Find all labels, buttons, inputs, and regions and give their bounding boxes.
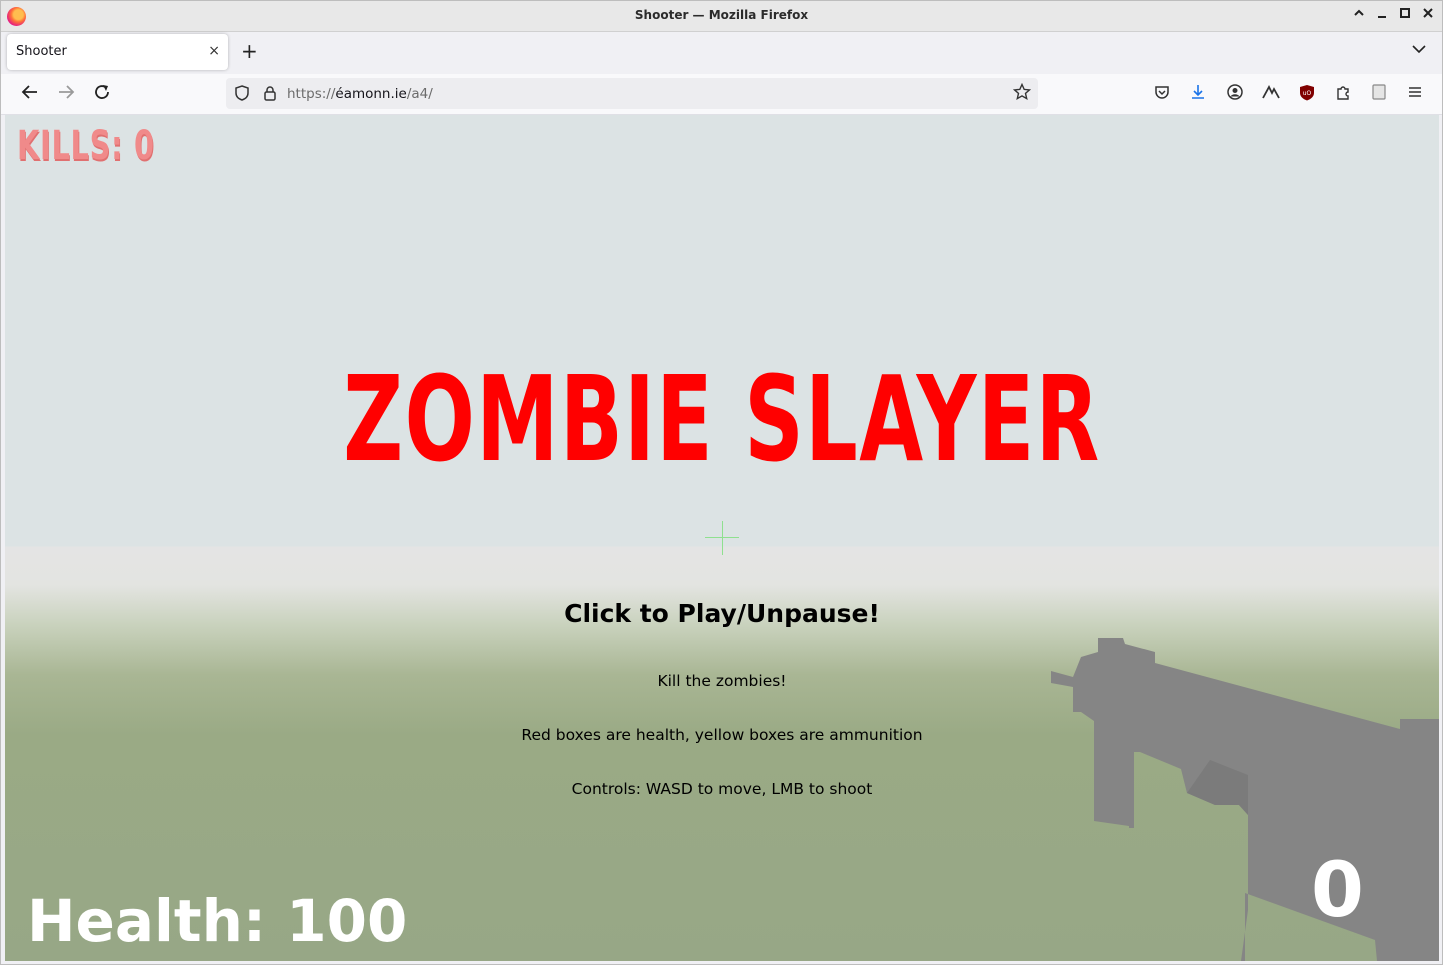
url-scheme: https:// xyxy=(287,86,336,102)
back-arrow-icon[interactable] xyxy=(19,83,41,105)
address-bar[interactable]: https://éamonn.ie/a4/ xyxy=(226,78,1038,109)
reload-icon[interactable] xyxy=(91,83,113,105)
ublock-icon[interactable]: uO xyxy=(1297,84,1317,104)
navigation-bar: https://éamonn.ie/a4/ uO xyxy=(1,74,1442,115)
tab-bar: Shooter × + xyxy=(1,32,1442,74)
bookmark-star-icon[interactable] xyxy=(1012,82,1032,106)
gun-icon xyxy=(1051,638,1439,961)
maximize-icon[interactable] xyxy=(1397,7,1413,23)
window-title: Shooter — Mozilla Firefox xyxy=(634,8,809,22)
health-display: Health: 100 xyxy=(27,887,408,955)
hamburger-menu-icon[interactable] xyxy=(1405,84,1425,104)
minimize-icon[interactable] xyxy=(1374,7,1390,23)
url-text[interactable]: https://éamonn.ie/a4/ xyxy=(287,86,433,102)
url-host: éamonn.ie xyxy=(335,86,407,102)
extension-icon[interactable] xyxy=(1261,84,1281,104)
svg-text:uO: uO xyxy=(1303,90,1312,97)
list-all-tabs-icon[interactable] xyxy=(1412,42,1426,58)
puzzle-icon[interactable] xyxy=(1333,84,1353,104)
tab-shooter[interactable]: Shooter × xyxy=(7,34,228,70)
reader-icon[interactable] xyxy=(1369,84,1389,104)
tracking-protection-shield-icon[interactable] xyxy=(235,85,249,101)
tab-title: Shooter xyxy=(16,44,67,59)
pocket-icon[interactable] xyxy=(1152,84,1172,104)
lock-icon[interactable] xyxy=(263,85,277,101)
url-path: /a4/ xyxy=(406,86,433,102)
forward-arrow-icon[interactable] xyxy=(55,83,77,105)
title-bar: Shooter — Mozilla Firefox xyxy=(1,1,1442,32)
window-shade-icon[interactable] xyxy=(1351,7,1367,23)
tab-close-icon[interactable]: × xyxy=(208,43,220,59)
ammo-counter: 0 xyxy=(1311,845,1364,934)
browser-window: Shooter — Mozilla Firefox Shooter × + ht… xyxy=(0,0,1443,965)
new-tab-button[interactable]: + xyxy=(241,41,258,61)
close-window-icon[interactable] xyxy=(1420,7,1436,23)
game-canvas[interactable]: KILLS: 0 ZOMBIE SLAYER Click to Play/Unp… xyxy=(5,115,1439,961)
download-icon[interactable] xyxy=(1188,84,1208,104)
account-icon[interactable] xyxy=(1225,84,1245,104)
